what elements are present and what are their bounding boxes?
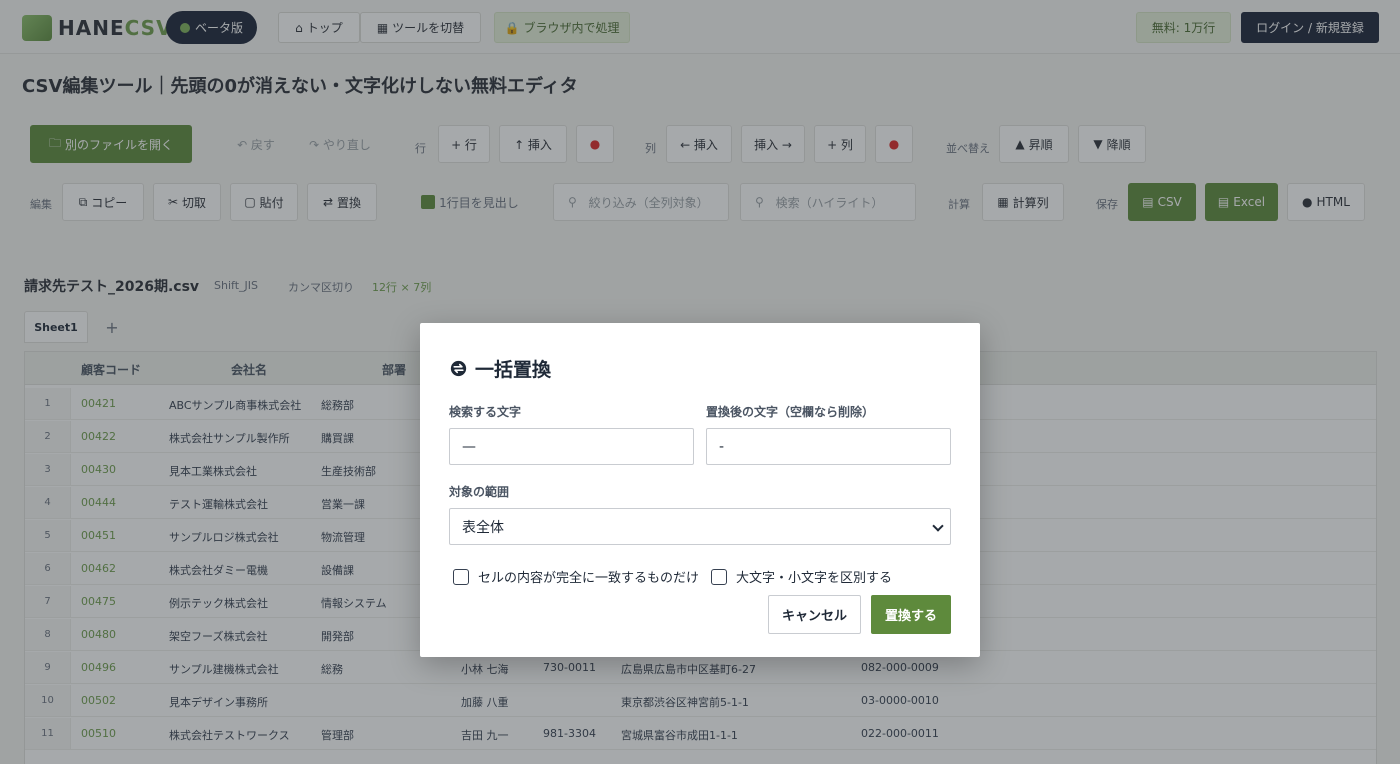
search-text-label: 検索する文字 [449,405,522,419]
case-sensitive-option[interactable]: 大文字・小文字を区別する [711,567,892,586]
chevron-down-icon [932,520,944,532]
replace-dialog: 一括置換 検索する文字 置換後の文字（空欄なら削除） 対象の範囲 表全体 セルの… [420,323,980,657]
cancel-button[interactable]: キャンセル [768,595,861,634]
replace-text-label: 置換後の文字（空欄なら削除） [706,405,875,419]
case-sensitive-checkbox[interactable] [711,568,727,585]
replace-text-input[interactable] [706,428,951,465]
exact-match-option[interactable]: セルの内容が完全に一致するものだけ [453,567,699,586]
scope-label: 対象の範囲 [449,485,510,499]
exact-match-checkbox[interactable] [453,568,469,585]
search-text-input[interactable] [449,428,694,465]
replace-icon [450,360,467,377]
dialog-title: 一括置換 [475,359,552,381]
replace-submit-button[interactable]: 置換する [871,595,951,634]
scope-select[interactable]: 表全体 [449,508,951,545]
